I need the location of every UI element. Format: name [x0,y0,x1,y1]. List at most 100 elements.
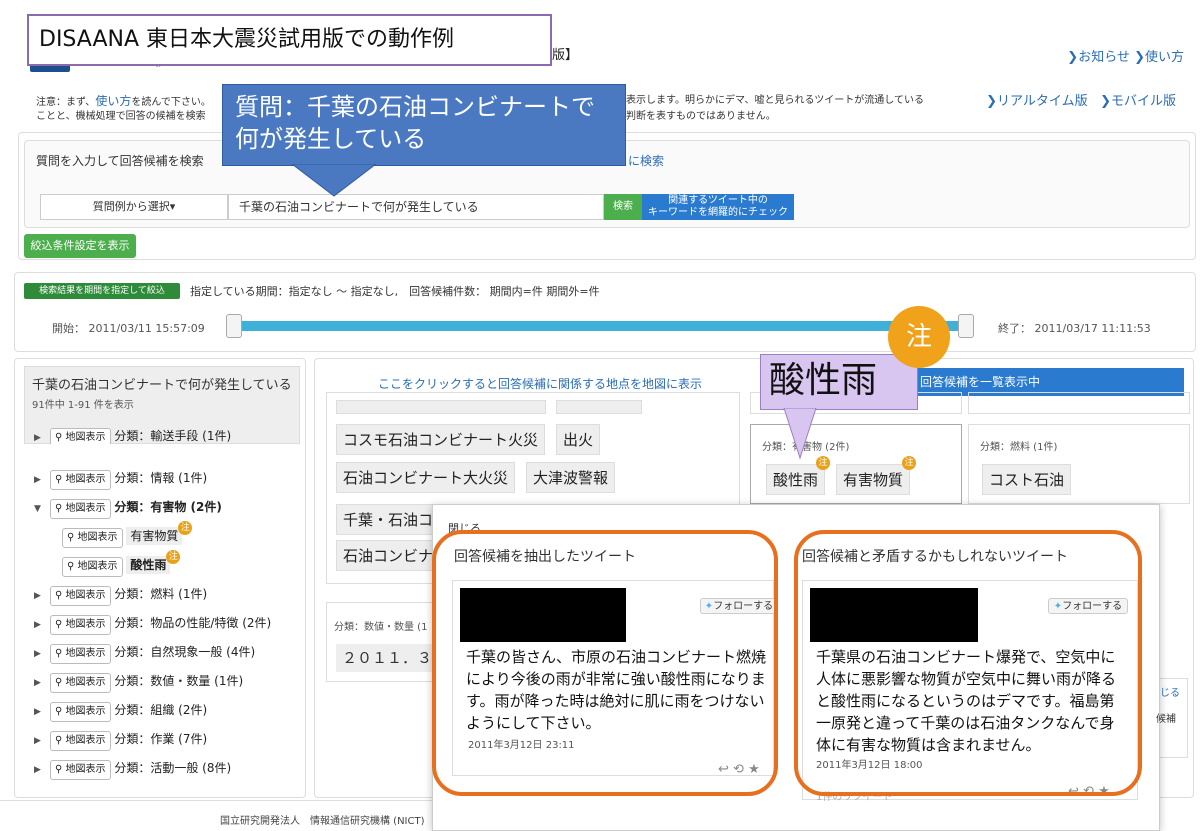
period-slider-track[interactable] [242,321,972,331]
map-button-label: 地図表示 [77,532,118,543]
howto-link-inline[interactable]: 使い方 [95,94,131,108]
map-pin-icon: ⚲ [55,503,63,514]
side-close[interactable]: じる [1160,684,1180,699]
caret-right-icon[interactable]: ▶ [34,467,50,493]
date-tag[interactable]: ２０１１．３ [336,644,436,672]
fuel-category-label: 分類：燃料 (1件) [980,442,1058,453]
tag[interactable]: 出火 [556,424,601,455]
caret-right-icon[interactable]: ▶ [34,699,50,725]
harmful-substance-tag[interactable]: 有害物質 [836,464,911,495]
tree-child-row[interactable]: ⚲ 地図表示 有害物質注 [62,521,193,549]
map-pin-icon: ⚲ [55,706,63,717]
map-button[interactable]: ⚲ 地図表示 [62,557,123,577]
tree-child-row[interactable]: ⚲ 地図表示 酸性雨注 [62,550,181,578]
map-button-label: 地図表示 [65,706,106,717]
map-button[interactable]: ⚲ 地図表示 [50,731,111,751]
tree-row[interactable]: ▶ ⚲ 地図表示 分類：燃料 (1件) [34,581,207,607]
map-button[interactable]: ⚲ 地図表示 [50,702,111,722]
tree-row[interactable]: ▶ ⚲ 地図表示 分類：作業 (7件) [34,726,207,752]
question-callout: 質問：千葉の石油コンビナートで何が発生している [222,84,626,166]
version-links: ❯リアルタイム版 ❯モバイル版 [986,90,1176,109]
map-pin-icon: ⚲ [55,648,63,659]
realtime-link[interactable]: リアルタイム版 [997,94,1088,109]
map-button-label: 地図表示 [65,648,106,659]
child-term[interactable]: 有害物質 [126,527,183,545]
map-button[interactable]: ⚲ 地図表示 [50,760,111,780]
tree-row[interactable]: ▶ ⚲ 地図表示 分類：数値・数量 (1件) [34,668,243,694]
tree-row[interactable]: ▶ ⚲ 地図表示 分類：活動一般 (8件) [34,755,231,781]
chevron-right-icon: ❯ [1134,50,1145,65]
mobile-link[interactable]: モバイル版 [1111,94,1176,109]
tree-row[interactable]: ▶ ⚲ 地図表示 分類：情報 (1件) [34,465,207,491]
map-button[interactable]: ⚲ 地図表示 [50,586,111,606]
tree-row[interactable]: ▶ ⚲ 地図表示 分類：自然現象一般 (4件) [34,639,255,665]
tag-clipped[interactable] [336,400,546,414]
caret-right-icon[interactable]: ▶ [34,433,50,443]
tag[interactable]: 石油コンビナート大火災 [336,462,516,493]
howto-link[interactable]: 使い方 [1145,50,1184,65]
callout-arrow [292,164,376,197]
caret-right-icon[interactable]: ▶ [34,641,50,667]
page-title: DISAANA 東日本大震災試用版での動作例 [27,14,552,66]
category-label: 分類：燃料 (1件) [114,587,208,601]
tree-row[interactable]: ▼ ⚲ 地図表示 分類：有害物 (2件) [34,494,222,520]
map-button[interactable]: ⚲ 地図表示 [50,615,111,635]
tag[interactable]: 大津波警報 [526,462,616,493]
caret-right-icon[interactable]: ▶ [34,612,50,638]
search-input[interactable]: 千葉の石油コンビナートで何が発生している [228,194,604,220]
tag[interactable]: 石油コンビナ [336,540,436,571]
map-button[interactable]: ⚲ 地図表示 [62,528,123,548]
caret-right-icon[interactable]: ▶ [34,757,50,783]
note-circle-icon: 注 [888,306,950,368]
search-mode-link[interactable]: に検索 [628,152,664,169]
child-term[interactable]: 酸性雨 [126,556,171,574]
example-select[interactable]: 質問例から選択▾ [40,194,228,220]
period-filter-button[interactable]: 検索結果を期間を指定して絞込 [24,283,180,299]
map-hint-link[interactable]: ここをクリックすると回答候補に関係する地点を地図に表示 [378,375,702,392]
cost-oil-tag[interactable]: コスト石油 [982,464,1072,495]
period-end: 終了： 2011/03/17 11:11:53 [998,322,1151,335]
caret-right-icon[interactable]: ▶ [34,670,50,696]
tag[interactable]: コスモ石油コンビナート火災 [336,424,546,455]
tree-row[interactable]: ▶ ⚲ 地図表示 分類：組織 (2件) [34,697,207,723]
acid-callout-arrow [783,408,817,460]
note-badge: 注 [178,521,193,535]
map-button[interactable]: ⚲ 地図表示 [50,428,111,444]
top-links: ❯お知らせ ❯使い方 [1067,46,1184,65]
category-label: 分類：輸送手段 (1件) [114,429,232,443]
map-button-label: 地図表示 [65,503,106,514]
map-button[interactable]: ⚲ 地図表示 [50,673,111,693]
map-button[interactable]: ⚲ 地図表示 [50,470,111,490]
tree-row[interactable]: ▶ ⚲ 地図表示 分類：物品の性能/特徴 (2件) [34,610,271,636]
map-pin-icon: ⚲ [55,590,63,601]
category-label: 分類：自然現象一般 (4件) [114,645,256,659]
caret-down-icon[interactable]: ▼ [34,496,50,522]
acid-rain-tag[interactable]: 酸性雨 [766,464,826,495]
caret-right-icon[interactable]: ▶ [34,728,50,754]
map-pin-icon: ⚲ [67,561,75,572]
map-button-label: 地図表示 [65,590,106,601]
map-button-label: 地図表示 [77,561,118,572]
tag-clipped[interactable] [556,400,642,414]
category-label: 分類：数値・数量 (1件) [114,674,244,688]
tree-row[interactable]: ▶ ⚲ 地図表示 分類：輸送手段 (1件) [34,428,231,444]
results-query: 千葉の石油コンビナートで何が発生している [32,378,292,393]
map-button-label: 地図表示 [65,432,106,443]
caret-right-icon[interactable]: ▶ [34,583,50,609]
map-button-label: 地図表示 [65,474,106,485]
numeric-category: 分類：数値・数量 (1 [334,622,428,633]
filter-settings-button[interactable]: 絞込条件設定を表示 [24,234,136,258]
note-badge: 注 [902,456,916,470]
map-pin-icon: ⚲ [55,432,63,443]
keyword-check-button[interactable]: 関連するツイート中の キーワードを網羅的にチェック [642,194,794,220]
map-pin-icon: ⚲ [67,532,75,543]
map-button[interactable]: ⚲ 地図表示 [50,644,111,664]
news-link[interactable]: お知らせ [1078,50,1130,65]
map-button[interactable]: ⚲ 地図表示 [50,499,111,519]
slider-end-handle[interactable] [958,314,974,338]
box-clipped [968,392,1190,414]
slider-start-handle[interactable] [226,314,242,338]
tag[interactable]: 千葉・石油コ [336,504,436,535]
highlight-ring-right [794,530,1142,796]
search-button[interactable]: 検索 [604,194,642,220]
